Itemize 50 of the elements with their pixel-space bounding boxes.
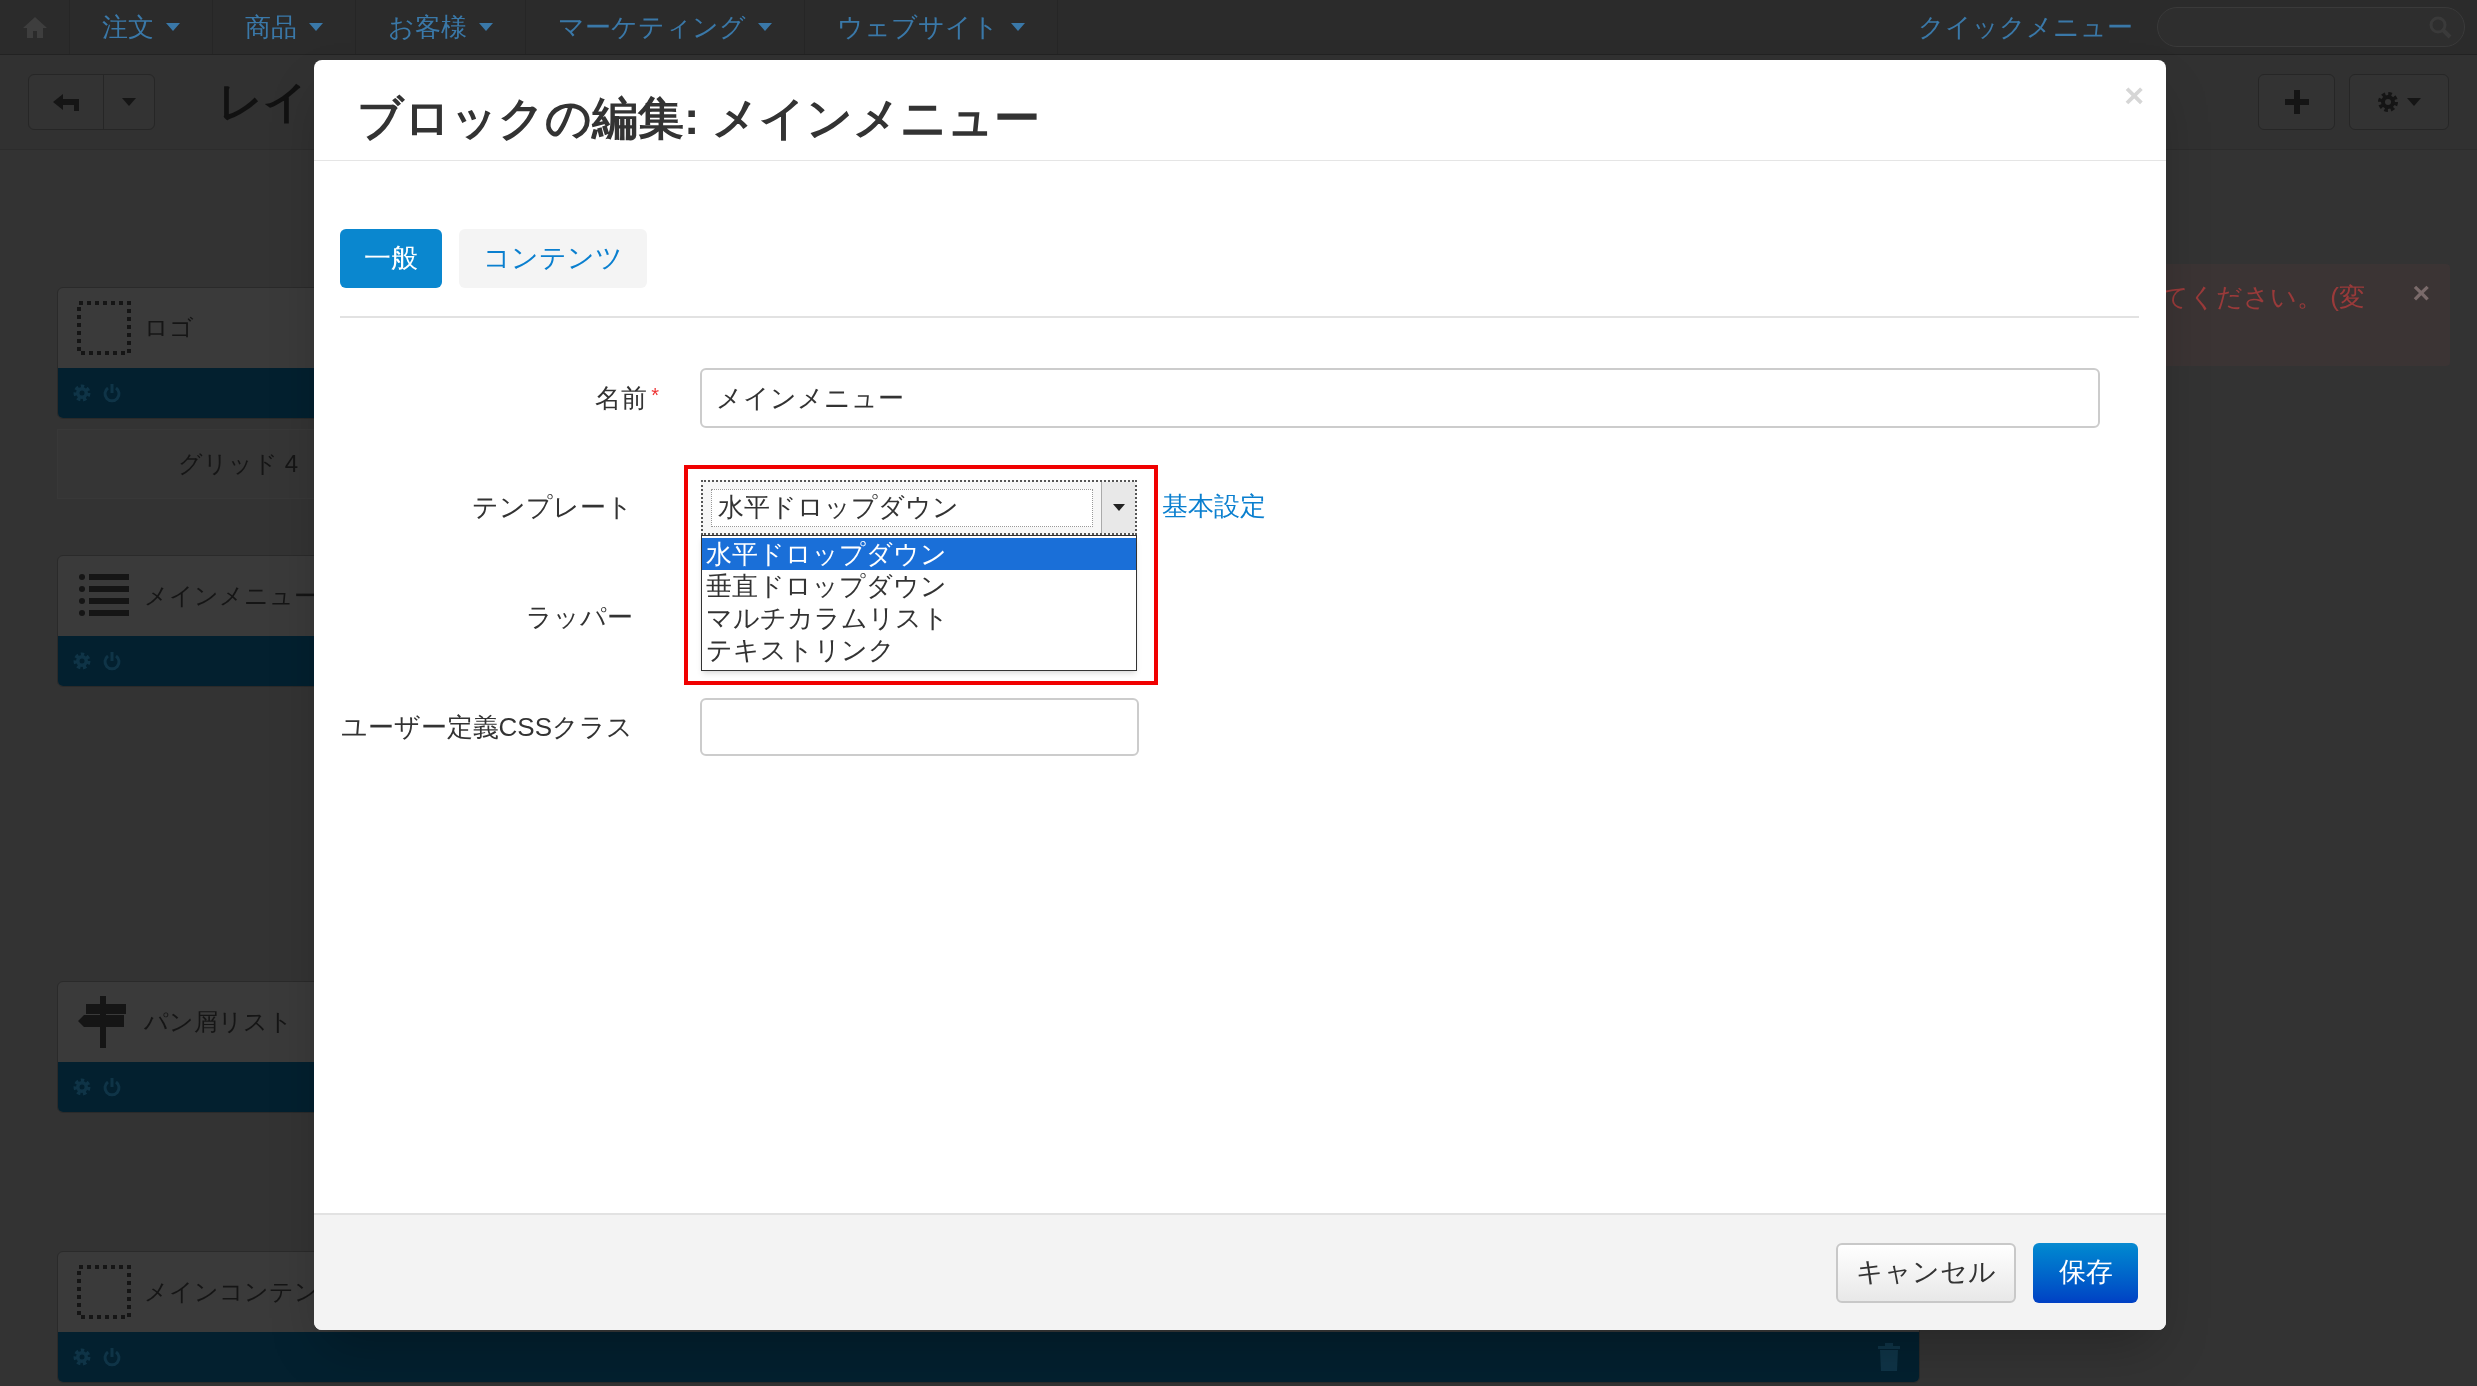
dropdown-option[interactable]: マルチカラムリスト (702, 602, 1136, 634)
tab[interactable]: 一般 (340, 229, 442, 288)
add-button[interactable] (2258, 74, 2335, 130)
nav-menu-item[interactable]: ウェブサイト (805, 0, 1058, 54)
power-icon (102, 1347, 122, 1367)
field-label: テンプレート (472, 491, 633, 524)
settings-icon (72, 1077, 92, 1097)
plus-icon (2284, 90, 2309, 114)
close-button[interactable]: × (2412, 278, 2430, 308)
power-icon (102, 651, 122, 671)
caret-icon (122, 98, 136, 106)
field-label: 名前 (595, 381, 648, 415)
field-label: ラッパー (526, 600, 633, 634)
save-button[interactable]: 保存 (2033, 1242, 2138, 1303)
trash-icon (1877, 1343, 1901, 1371)
nav-menu-item[interactable]: お客様 (356, 0, 526, 54)
caret-icon (758, 23, 772, 31)
settings-link[interactable]: 基本設定 (1162, 487, 1266, 526)
required-mark: * (651, 383, 659, 408)
settings-icon (72, 651, 92, 671)
template-select[interactable]: 水平ドロップダウン (701, 480, 1137, 535)
dropdown-option[interactable]: テキストリンク (702, 634, 1136, 666)
quick-menu-link[interactable]: クイックメニュー (1918, 7, 2133, 47)
caret-icon (309, 23, 323, 31)
dotted-square-icon (76, 300, 132, 356)
dropdown-arrow-button[interactable] (1101, 482, 1135, 533)
settings-button[interactable] (2349, 74, 2449, 130)
caret-icon (2407, 98, 2421, 106)
input-field[interactable]: メインメニュー (700, 368, 2100, 428)
tab[interactable]: コンテンツ (459, 229, 647, 288)
nav-menu-item[interactable]: 注文 (70, 0, 213, 54)
dropdown-option[interactable]: 垂直ドロップダウン (702, 570, 1136, 602)
input-field[interactable] (700, 698, 1139, 756)
back-arrow-icon (51, 91, 81, 113)
modal-title: ブロックの編集: メインメニュー (357, 90, 1041, 146)
field-label: ユーザー定義CSSクラス (340, 710, 633, 744)
settings-icon (72, 383, 92, 403)
dotted-square-icon (76, 1264, 132, 1320)
power-icon (102, 1077, 122, 1097)
power-icon (102, 383, 122, 403)
caret-icon (1112, 504, 1125, 511)
settings-icon (2377, 91, 2399, 113)
caret-icon (479, 23, 493, 31)
nav-menu-item[interactable]: 商品 (213, 0, 356, 54)
cancel-button[interactable]: キャンセル (1836, 1242, 2016, 1303)
caret-icon (166, 23, 180, 31)
settings-icon (72, 1347, 92, 1367)
nav-menu-item[interactable]: マーケティング (526, 0, 805, 54)
dropdown-option[interactable]: 水平ドロップダウン (702, 538, 1136, 570)
caret-icon (1011, 23, 1025, 31)
